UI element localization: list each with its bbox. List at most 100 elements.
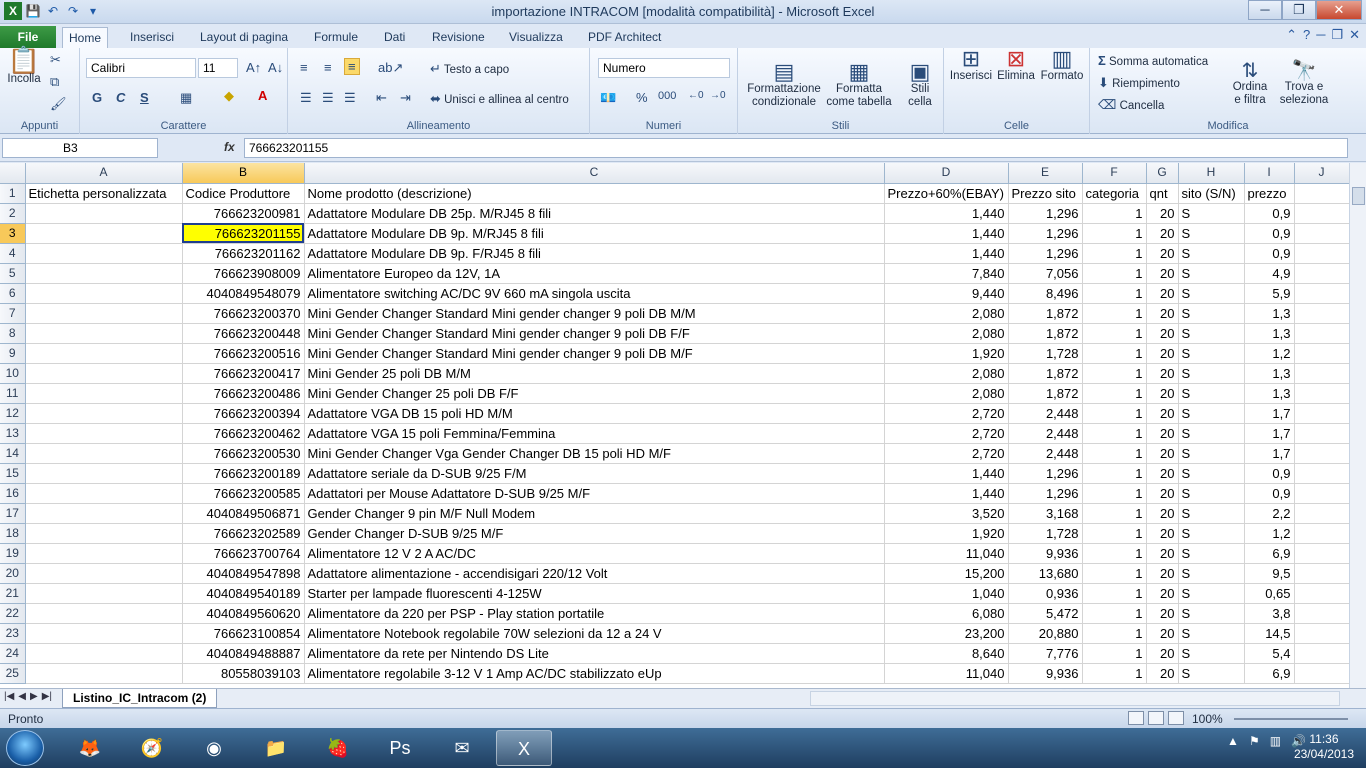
row-header[interactable]: 13 — [0, 423, 26, 444]
tab-inserisci[interactable]: Inserisci — [124, 27, 180, 48]
cell-a[interactable] — [25, 263, 183, 284]
mail-icon[interactable]: ✉ — [434, 730, 490, 766]
cell-h[interactable]: S — [1178, 523, 1245, 544]
cell-a[interactable] — [25, 663, 183, 684]
cell-h[interactable]: S — [1178, 443, 1245, 464]
increase-indent-icon[interactable]: ⇥ — [400, 90, 411, 106]
cell-j[interactable] — [1294, 183, 1350, 204]
cell-b[interactable]: 766623200394 — [182, 403, 305, 424]
cell-c[interactable]: Alimentatore Notebook regolabile 70W sel… — [304, 623, 885, 644]
cell-f[interactable]: 1 — [1082, 423, 1147, 444]
cell-i[interactable]: 4,9 — [1244, 263, 1295, 284]
cell-a[interactable] — [25, 543, 183, 564]
cell-j[interactable] — [1294, 323, 1350, 344]
column-header-h[interactable]: H — [1178, 163, 1245, 184]
photoshop-icon[interactable]: Ps — [372, 730, 428, 766]
cell-i[interactable]: 1,2 — [1244, 523, 1295, 544]
row-header[interactable]: 3 — [0, 223, 26, 244]
cell-c[interactable]: Adattatore VGA DB 15 poli HD M/M — [304, 403, 885, 424]
cell-h[interactable]: S — [1178, 223, 1245, 244]
cell-f[interactable]: 1 — [1082, 483, 1147, 504]
row-header[interactable]: 8 — [0, 323, 26, 344]
vertical-scrollbar[interactable] — [1349, 163, 1366, 688]
cell-i[interactable]: 5,4 — [1244, 643, 1295, 664]
cell-g[interactable]: 20 — [1146, 263, 1179, 284]
row-header[interactable]: 2 — [0, 203, 26, 224]
row-header[interactable]: 12 — [0, 403, 26, 424]
cell-b[interactable]: 766623200462 — [182, 423, 305, 444]
cell-f[interactable]: 1 — [1082, 363, 1147, 384]
cell-e[interactable]: 2,448 — [1008, 423, 1083, 444]
decrease-indent-icon[interactable]: ⇤ — [376, 90, 387, 106]
bold-button[interactable]: G — [92, 90, 102, 105]
cell-i[interactable]: 0,9 — [1244, 463, 1295, 484]
cell-h[interactable]: S — [1178, 383, 1245, 404]
cell-i[interactable]: 1,3 — [1244, 383, 1295, 404]
cell-d[interactable]: 1,920 — [884, 343, 1009, 364]
cell-d[interactable]: Prezzo+60%(EBAY) — [884, 183, 1009, 204]
cell-j[interactable] — [1294, 563, 1350, 584]
cell-b[interactable]: 80558039103 — [182, 663, 305, 684]
cell-j[interactable] — [1294, 203, 1350, 224]
cell-c[interactable]: Mini Gender Changer Standard Mini gender… — [304, 323, 885, 344]
restore-button[interactable]: ❐ — [1282, 0, 1316, 20]
cell-h[interactable]: S — [1178, 463, 1245, 484]
cell-j[interactable] — [1294, 363, 1350, 384]
cell-j[interactable] — [1294, 583, 1350, 604]
cell-c[interactable]: Mini Gender Changer Standard Mini gender… — [304, 303, 885, 324]
cell-b[interactable]: 766623200189 — [182, 463, 305, 484]
row-header[interactable]: 25 — [0, 663, 26, 684]
cell-d[interactable]: 1,440 — [884, 203, 1009, 224]
zoom-slider[interactable] — [1234, 718, 1348, 720]
cell-b[interactable]: 766623200486 — [182, 383, 305, 404]
cell-d[interactable]: 2,080 — [884, 303, 1009, 324]
row-header[interactable]: 4 — [0, 243, 26, 264]
cell-h[interactable]: S — [1178, 323, 1245, 344]
cell-d[interactable]: 9,440 — [884, 283, 1009, 304]
fill-button[interactable]: ⬇ Riempimento — [1098, 76, 1180, 91]
cell-e[interactable]: 1,728 — [1008, 343, 1083, 364]
cell-d[interactable]: 2,720 — [884, 403, 1009, 424]
cell-e[interactable]: 9,936 — [1008, 543, 1083, 564]
cell-b[interactable]: 4040849488887 — [182, 643, 305, 664]
cell-a[interactable] — [25, 383, 183, 404]
sort-filter-button[interactable]: ⇅ Ordina e filtra — [1228, 52, 1272, 120]
cell-a[interactable] — [25, 643, 183, 664]
cell-c[interactable]: Alimentatore Europeo da 12V, 1A — [304, 263, 885, 284]
cell-e[interactable]: 1,872 — [1008, 383, 1083, 404]
cell-a[interactable] — [25, 563, 183, 584]
cell-c[interactable]: Adattatore Modulare DB 9p. M/RJ45 8 fili — [304, 223, 885, 244]
shrink-font-icon[interactable]: A↓ — [268, 60, 283, 75]
cell-j[interactable] — [1294, 543, 1350, 564]
safari-icon[interactable]: 🧭 — [124, 730, 180, 766]
cell-f[interactable]: 1 — [1082, 623, 1147, 644]
start-button[interactable] — [6, 730, 44, 766]
row-header[interactable]: 10 — [0, 363, 26, 384]
align-middle-icon[interactable]: ≡ — [324, 60, 332, 75]
cell-h[interactable]: S — [1178, 583, 1245, 604]
clear-button[interactable]: ⌫ Cancella — [1098, 98, 1164, 113]
cell-c[interactable]: Mini Gender Changer 25 poli DB F/F — [304, 383, 885, 404]
cell-j[interactable] — [1294, 443, 1350, 464]
row-header[interactable]: 6 — [0, 283, 26, 304]
cell-j[interactable] — [1294, 643, 1350, 664]
format-cells-button[interactable]: ▥ Formato — [1038, 48, 1086, 83]
cell-i[interactable]: 1,3 — [1244, 323, 1295, 344]
zoom-level[interactable]: 100% — [1192, 712, 1223, 726]
cell-a[interactable] — [25, 203, 183, 224]
cell-e[interactable]: 1,296 — [1008, 243, 1083, 264]
cell-h[interactable]: S — [1178, 243, 1245, 264]
cell-a[interactable] — [25, 503, 183, 524]
cell-i[interactable]: 9,5 — [1244, 563, 1295, 584]
cell-b[interactable]: 4040849506871 — [182, 503, 305, 524]
row-header[interactable]: 11 — [0, 383, 26, 404]
cell-d[interactable]: 1,440 — [884, 483, 1009, 504]
cell-f[interactable]: 1 — [1082, 583, 1147, 604]
cell-e[interactable]: 0,936 — [1008, 583, 1083, 604]
cell-i[interactable]: 2,2 — [1244, 503, 1295, 524]
cell-c[interactable]: Adattatore alimentazione - accendisigari… — [304, 563, 885, 584]
cell-d[interactable]: 3,520 — [884, 503, 1009, 524]
column-header-g[interactable]: G — [1146, 163, 1179, 184]
number-format-select[interactable]: Numero — [598, 58, 730, 78]
cell-d[interactable]: 1,440 — [884, 463, 1009, 484]
